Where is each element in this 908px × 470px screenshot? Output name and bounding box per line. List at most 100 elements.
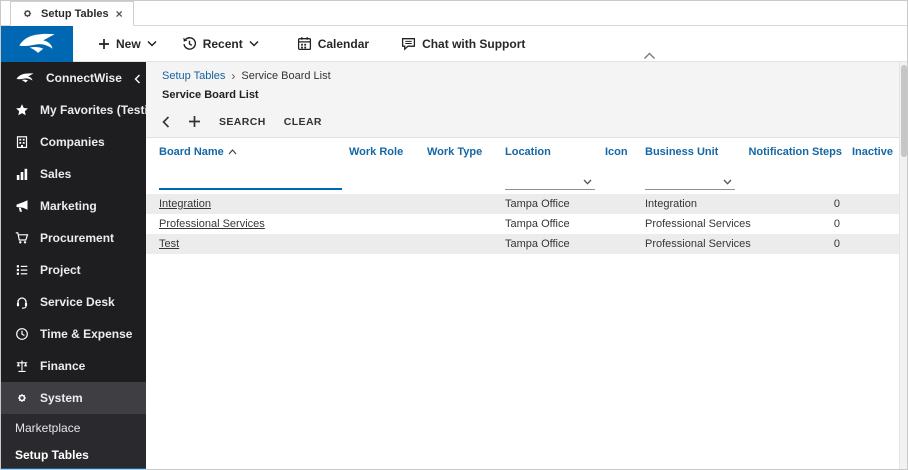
sidebar-item-companies[interactable]: Companies: [1, 126, 146, 158]
bird-icon: [16, 31, 58, 56]
sidebar-item-procurement[interactable]: Procurement: [1, 222, 146, 254]
vertical-scrollbar[interactable]: [899, 62, 907, 469]
bar-chart-icon: [15, 167, 29, 181]
sidebar-item-finance[interactable]: Finance: [1, 350, 146, 382]
star-icon: [15, 103, 29, 117]
task-list-icon: [15, 263, 29, 277]
board-link-test[interactable]: Test: [159, 238, 179, 250]
column-header-business-unit[interactable]: Business Unit: [645, 146, 757, 158]
connectwise-logo[interactable]: [1, 25, 73, 62]
column-header-notification-steps[interactable]: Notification Steps: [748, 146, 852, 158]
column-header-location[interactable]: Location: [505, 146, 605, 158]
sidebar-item-label: Sales: [40, 167, 72, 181]
calendar-button[interactable]: Calendar: [297, 36, 369, 51]
table-header-row: Board Name Work Role Work Type Location …: [146, 138, 899, 164]
filter-row: [146, 164, 899, 194]
main-content: Setup Tables › Service Board List Servic…: [146, 62, 899, 469]
sidebar-item-label: ConnectWise: [46, 71, 122, 85]
breadcrumb-setup-tables[interactable]: Setup Tables: [162, 70, 225, 82]
sidebar: ConnectWise My Favorites (Testing... Com…: [1, 62, 146, 469]
location-filter-dropdown[interactable]: [505, 168, 595, 190]
recent-menu-button[interactable]: Recent: [182, 36, 259, 51]
column-header-board-name[interactable]: Board Name: [159, 146, 349, 158]
scales-icon: [15, 359, 29, 373]
column-header-work-type[interactable]: Work Type: [427, 146, 505, 158]
breadcrumb: Setup Tables › Service Board List: [146, 69, 899, 83]
board-link-integration[interactable]: Integration: [159, 198, 211, 210]
sidebar-item-label: Service Desk: [40, 295, 115, 309]
clock-icon: [15, 327, 29, 341]
sidebar-item-time-expense[interactable]: Time & Expense: [1, 318, 146, 350]
sidebar-item-service-desk[interactable]: Service Desk: [1, 286, 146, 318]
business-unit-filter-dropdown[interactable]: [645, 168, 735, 190]
megaphone-icon: [15, 199, 29, 213]
collapse-toolbar-chevron[interactable]: [643, 52, 656, 60]
shopping-cart-icon: [15, 231, 29, 245]
column-header-work-role[interactable]: Work Role: [349, 146, 427, 158]
chat-support-button[interactable]: Chat with Support: [401, 36, 525, 51]
sidebar-item-system[interactable]: System: [1, 382, 146, 414]
tab-setup-tables[interactable]: Setup Tables ×: [10, 1, 134, 26]
headset-icon: [15, 295, 29, 309]
collapse-sidebar-chevron[interactable]: [134, 73, 141, 87]
chat-support-label: Chat with Support: [422, 36, 526, 51]
sidebar-item-label: My Favorites (Testing...: [40, 103, 146, 117]
calendar-label: Calendar: [317, 36, 370, 51]
table-row: Test Tampa Office Professional Services …: [146, 234, 899, 254]
gear-icon: [21, 7, 34, 20]
back-chevron-icon[interactable]: [162, 115, 170, 128]
recent-history-icon: [182, 36, 197, 51]
breadcrumb-service-board-list: Service Board List: [241, 70, 331, 82]
new-menu-label: New: [116, 36, 141, 51]
top-toolbar: New Recent Calendar Chat with Support: [1, 25, 907, 62]
sidebar-item-label: Setup Tables: [15, 447, 89, 462]
sort-ascending-icon: [228, 149, 237, 155]
page-header-zone: Setup Tables › Service Board List Servic…: [146, 62, 899, 138]
sidebar-item-label: Project: [40, 263, 81, 277]
scrollbar-thumb[interactable]: [901, 65, 907, 157]
building-icon: [15, 135, 29, 149]
app-window: Setup Tables × New Recent Calendar Chat …: [0, 0, 908, 470]
column-header-icon[interactable]: Icon: [605, 146, 645, 158]
sidebar-item-project[interactable]: Project: [1, 254, 146, 286]
sidebar-item-label: Procurement: [40, 231, 115, 245]
connectwise-bird-icon: [15, 72, 35, 84]
chevron-down-icon: [147, 40, 157, 47]
sidebar-item-label: Finance: [40, 359, 86, 373]
close-icon[interactable]: ×: [116, 8, 123, 20]
sidebar-item-label: Marketing: [40, 199, 97, 213]
sidebar-item-sales[interactable]: Sales: [1, 158, 146, 190]
table-row: Professional Services Tampa Office Profe…: [159, 218, 840, 230]
chat-bubble-icon: [401, 36, 416, 51]
tab-title: Setup Tables: [41, 7, 109, 20]
chevron-down-icon: [583, 179, 592, 185]
body: ConnectWise My Favorites (Testing... Com…: [1, 62, 907, 469]
sidebar-item-marketplace[interactable]: Marketplace: [1, 414, 146, 441]
browser-tab-bar: Setup Tables ×: [1, 1, 907, 26]
search-button[interactable]: SEARCH: [219, 116, 266, 128]
breadcrumb-separator: ›: [231, 69, 236, 83]
sidebar-item-label: Time & Expense: [40, 327, 133, 341]
sidebar-item-label: System: [40, 391, 83, 405]
new-menu-button[interactable]: New: [98, 37, 157, 51]
chevron-down-icon: [249, 40, 259, 47]
sidebar-item-marketing[interactable]: Marketing: [1, 190, 146, 222]
calendar-icon: [297, 36, 312, 51]
plus-icon: [98, 38, 110, 50]
chevron-down-icon: [723, 179, 732, 185]
sidebar-item-my-favorites[interactable]: My Favorites (Testing...: [1, 94, 146, 126]
board-link-professional-services[interactable]: Professional Services: [159, 218, 265, 230]
clear-button[interactable]: CLEAR: [284, 116, 322, 128]
sidebar-item-label: Companies: [40, 135, 105, 149]
sidebar-item-label: Marketplace: [15, 420, 81, 435]
sidebar-item-connectwise[interactable]: ConnectWise: [1, 62, 146, 94]
table-row: Integration Tampa Office Integration 0: [146, 194, 899, 214]
column-header-inactive[interactable]: Inactive: [852, 146, 897, 158]
add-row-button[interactable]: [188, 115, 201, 128]
board-name-filter-input[interactable]: [159, 168, 342, 190]
gear-icon: [15, 391, 29, 405]
action-toolbar: SEARCH CLEAR: [146, 108, 899, 138]
sidebar-item-setup-tables[interactable]: Setup Tables: [1, 441, 146, 468]
page-title: Service Board List: [162, 89, 259, 101]
recent-menu-label: Recent: [202, 36, 243, 51]
